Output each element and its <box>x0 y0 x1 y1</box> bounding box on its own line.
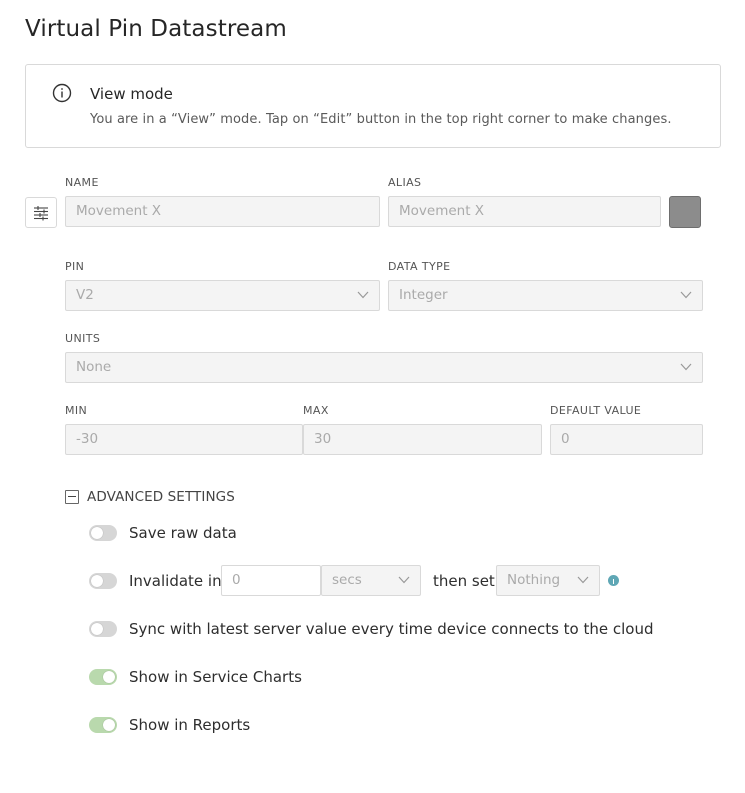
chevron-down-icon <box>680 363 692 371</box>
collapse-icon <box>65 490 79 504</box>
chevron-down-icon <box>577 576 589 584</box>
toggle-knob <box>103 671 115 683</box>
data-type-select[interactable]: Integer <box>388 280 703 311</box>
show-in-service-charts-toggle[interactable] <box>89 669 117 685</box>
invalidate-toggle[interactable] <box>89 573 117 589</box>
pin-select[interactable]: V2 <box>65 280 380 311</box>
sliders-icon <box>34 206 48 221</box>
data-type-value: Integer <box>399 287 448 303</box>
data-type-label: DATA TYPE <box>388 260 451 273</box>
show-in-reports-label: Show in Reports <box>129 716 251 734</box>
max-label: MAX <box>303 404 329 417</box>
color-swatch[interactable] <box>669 196 701 228</box>
notice-title: View mode <box>90 85 173 103</box>
units-label: UNITS <box>65 332 101 345</box>
default-value: 0 <box>561 431 570 447</box>
toggle-knob <box>91 575 103 587</box>
toggle-knob <box>91 623 103 635</box>
save-raw-data-label: Save raw data <box>129 524 237 542</box>
toggle-knob <box>103 719 115 731</box>
alias-label: ALIAS <box>388 176 422 189</box>
show-in-service-charts-label: Show in Service Charts <box>129 668 302 686</box>
save-raw-data-toggle[interactable] <box>89 525 117 541</box>
alias-value: Movement X <box>399 203 485 219</box>
then-set-label: then set <box>433 572 495 590</box>
max-value: 30 <box>314 431 332 447</box>
min-value: -30 <box>76 431 99 447</box>
name-value: Movement X <box>76 203 162 219</box>
invalidate-label: Invalidate in <box>129 572 222 590</box>
pin-label: PIN <box>65 260 85 273</box>
notice-text: You are in a “View” mode. Tap on “Edit” … <box>90 112 672 127</box>
invalidate-amount-value: 0 <box>232 572 241 588</box>
advanced-settings-label: ADVANCED SETTINGS <box>87 489 235 505</box>
pin-value: V2 <box>76 287 94 303</box>
page-title: Virtual Pin Datastream <box>25 16 287 42</box>
sync-server-value-label: Sync with latest server value every time… <box>129 620 654 638</box>
info-icon <box>52 83 72 103</box>
min-label: MIN <box>65 404 88 417</box>
name-field[interactable]: Movement X <box>65 196 380 227</box>
units-select[interactable]: None <box>65 352 703 383</box>
chevron-down-icon <box>680 291 692 299</box>
sync-server-value-toggle[interactable] <box>89 621 117 637</box>
invalidate-unit-value: secs <box>332 572 362 588</box>
info-tooltip-icon[interactable] <box>608 575 619 586</box>
invalidate-amount-field[interactable]: 0 <box>221 565 321 596</box>
show-in-reports-toggle[interactable] <box>89 717 117 733</box>
max-field[interactable]: 30 <box>303 424 542 455</box>
name-label: NAME <box>65 176 99 189</box>
default-value-label: DEFAULT VALUE <box>550 404 642 417</box>
units-value: None <box>76 359 112 375</box>
alias-field[interactable]: Movement X <box>388 196 661 227</box>
datastream-settings-button[interactable] <box>25 197 57 228</box>
chevron-down-icon <box>398 576 410 584</box>
toggle-knob <box>91 527 103 539</box>
invalidate-unit-select[interactable]: secs <box>321 565 421 596</box>
then-set-value: Nothing <box>507 572 561 588</box>
then-set-select[interactable]: Nothing <box>496 565 600 596</box>
min-field[interactable]: -30 <box>65 424 303 455</box>
chevron-down-icon <box>357 291 369 299</box>
default-value-field[interactable]: 0 <box>550 424 703 455</box>
view-mode-notice: View mode You are in a “View” mode. Tap … <box>25 64 721 148</box>
